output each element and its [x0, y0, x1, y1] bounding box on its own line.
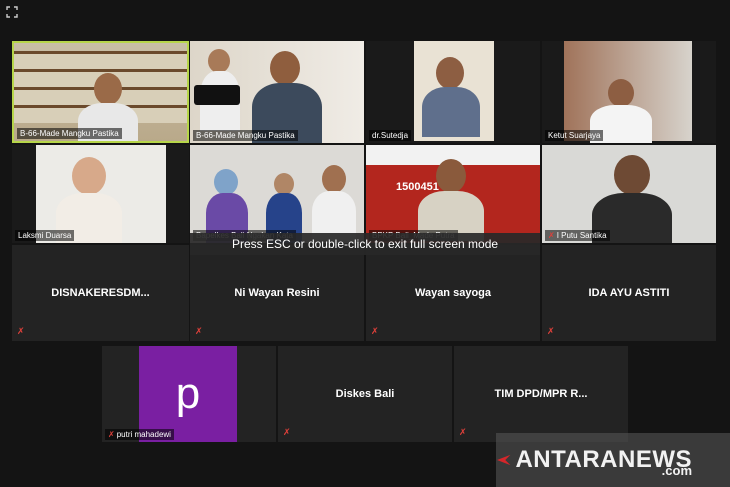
slide-hotline-text: 1500451 — [396, 181, 439, 193]
participant-name: Diskes Bali — [335, 388, 395, 400]
mic-muted-icon: ✗ — [17, 326, 25, 336]
participant-tile[interactable]: B-66-Made Mangku Pastika — [12, 41, 189, 143]
participant-name: Ketut Suarjaya — [545, 130, 604, 141]
participant-tile[interactable]: Wayan sayoga ✗ — [366, 245, 540, 341]
mic-muted-icon: ✗ — [547, 326, 555, 336]
participant-tile[interactable]: IDA AYU ASTITI ✗ — [542, 245, 716, 341]
video-feed — [12, 145, 189, 243]
participant-tile[interactable]: 1500451 BPKP Bali_Made Putra — [366, 145, 540, 243]
participant-tile[interactable]: TIM DPD/MPR R... ✗ — [454, 346, 628, 442]
fullscreen-exit-hint: Press ESC or double-click to exit full s… — [190, 233, 540, 255]
participant-tile[interactable]: Bapelkes Bali Ngakan Kata — [190, 145, 364, 243]
video-feed — [190, 145, 364, 243]
participant-tile[interactable]: p ✗ putri mahadewi — [102, 346, 276, 442]
video-feed — [14, 43, 187, 141]
participant-name: B-66-Made Mangku Pastika — [17, 128, 122, 139]
watermark-suffix: .com — [661, 463, 692, 478]
antara-logo-icon — [497, 454, 511, 466]
participant-name: ✗ putri mahadewi — [105, 429, 174, 440]
participant-tile[interactable]: ✗ I Putu Santika — [542, 145, 716, 243]
participant-name: Ni Wayan Resini — [234, 287, 320, 299]
participant-name: IDA AYU ASTITI — [588, 287, 670, 299]
participant-tile[interactable]: Ketut Suarjaya — [542, 41, 716, 143]
participant-name: DISNAKERESDM... — [51, 287, 150, 299]
mic-muted-icon: ✗ — [371, 326, 379, 336]
video-feed: 1500451 — [366, 145, 540, 243]
participant-name: Wayan sayoga — [414, 287, 491, 299]
participant-tile[interactable]: Diskes Bali ✗ — [278, 346, 452, 442]
participant-tile[interactable]: Ni Wayan Resini ✗ — [190, 245, 364, 341]
participant-tile[interactable]: DISNAKERESDM... ✗ — [12, 245, 189, 341]
participant-name: dr.Sutedja — [369, 130, 412, 141]
participant-tile[interactable]: Laksmi Duarsa — [12, 145, 189, 243]
video-feed — [366, 41, 540, 143]
mic-muted-icon: ✗ — [195, 326, 203, 336]
video-feed — [542, 41, 716, 143]
avatar: p — [139, 346, 237, 442]
mic-muted-icon: ✗ — [283, 427, 291, 437]
participant-name: TIM DPD/MPR R... — [494, 388, 588, 400]
participant-name: ✗ I Putu Santika — [545, 230, 610, 241]
video-feed — [190, 41, 364, 143]
exit-fullscreen-icon[interactable] — [6, 6, 18, 18]
participant-name: Laksmi Duarsa — [15, 230, 75, 241]
antaranews-watermark: ANTARANEWS .com — [496, 433, 730, 487]
participant-tile[interactable]: dr.Sutedja — [366, 41, 540, 143]
mic-muted-icon: ✗ — [108, 430, 115, 439]
participant-tile[interactable]: B-66-Made Mangku Pastika — [190, 41, 364, 143]
video-feed — [542, 145, 716, 243]
participant-name: B-66-Made Mangku Pastika — [193, 130, 298, 141]
mic-muted-icon: ✗ — [548, 231, 555, 240]
mic-muted-icon: ✗ — [459, 427, 467, 437]
